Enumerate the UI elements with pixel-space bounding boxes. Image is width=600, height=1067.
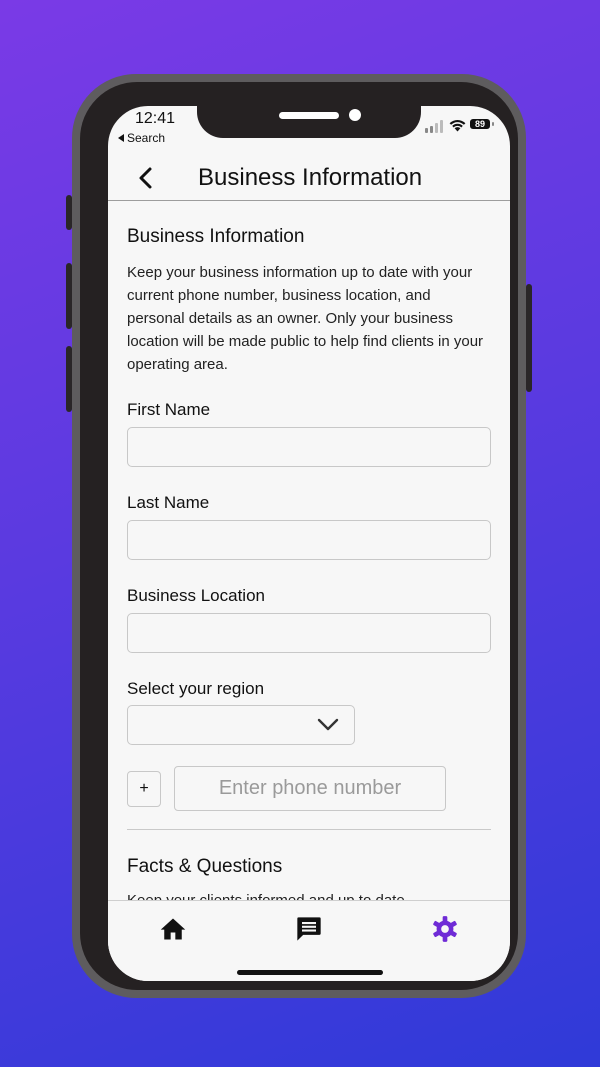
- business-location-field[interactable]: [127, 613, 491, 653]
- phone-bezel: 12:41 Search 89 Business Information Bus…: [80, 82, 518, 990]
- last-name-field[interactable]: [127, 520, 491, 560]
- phone-number-input[interactable]: Enter phone number: [174, 766, 446, 811]
- settings-icon[interactable]: [431, 915, 459, 943]
- first-name-label: First Name: [127, 400, 211, 419]
- region-select[interactable]: [127, 705, 355, 745]
- home-indicator[interactable]: [237, 970, 383, 975]
- country-code-button[interactable]: +: [127, 771, 161, 807]
- status-time: 12:41: [135, 110, 176, 127]
- section-description: Keep your business information up to dat…: [127, 264, 484, 373]
- wifi-icon: [449, 119, 466, 132]
- business-location-label: Business Location: [127, 586, 265, 605]
- tab-bar: [108, 900, 510, 981]
- phone-frame: 12:41 Search 89 Business Information Bus…: [72, 74, 526, 998]
- back-chevron-icon[interactable]: [136, 166, 156, 190]
- chat-icon[interactable]: [295, 915, 323, 943]
- speaker: [279, 112, 339, 119]
- last-name-label: Last Name: [127, 493, 210, 512]
- battery-indicator: 89: [470, 119, 490, 129]
- power-button: [526, 284, 532, 392]
- section-title: Business Information: [127, 226, 305, 247]
- first-name-field[interactable]: [127, 427, 491, 467]
- front-camera: [349, 109, 361, 121]
- facts-section-title: Facts & Questions: [127, 856, 283, 877]
- battery-tip: [492, 122, 494, 126]
- home-icon[interactable]: [159, 915, 187, 943]
- page-title: Business Information: [198, 164, 423, 191]
- cellular-signal-icon: [425, 120, 445, 133]
- back-to-app-link[interactable]: Search: [118, 131, 165, 145]
- app-screen: 12:41 Search 89 Business Information Bus…: [108, 106, 510, 981]
- region-label: Select your region: [127, 679, 265, 698]
- navigation-bar: Business Information: [108, 156, 510, 201]
- back-triangle-icon: [118, 134, 124, 142]
- notch: [197, 106, 421, 138]
- chevron-down-icon: [317, 718, 339, 731]
- section-divider: [127, 829, 491, 830]
- back-app-label: Search: [127, 131, 166, 145]
